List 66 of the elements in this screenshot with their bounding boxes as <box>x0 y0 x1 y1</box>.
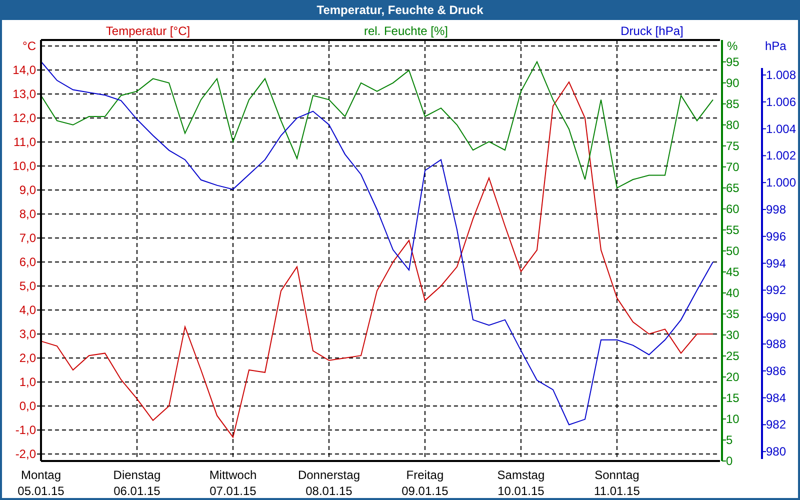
series-label: Druck [hPa] <box>620 24 684 38</box>
axis-tick-label: 994 <box>766 256 786 270</box>
axis-tick-label: 55 <box>726 222 740 237</box>
axis-tick-label: 0,0 <box>19 399 36 414</box>
axis-tick-label: 95 <box>726 54 740 69</box>
axis-tick-label: 65 <box>726 180 740 195</box>
axis-tick-label: 25 <box>726 348 740 363</box>
axis-tick-label: 6,0 <box>19 255 36 270</box>
axis-tick-label: 13,0 <box>12 87 36 101</box>
axis-tick-label: 984 <box>766 390 786 405</box>
axis-tick-label: 10 <box>726 412 740 426</box>
axis-tick-label: 40 <box>726 286 740 300</box>
axis-tick-label: 980 <box>766 444 786 459</box>
axis-tick-label: 986 <box>766 364 786 378</box>
axis-tick-label: 35 <box>726 306 740 321</box>
axis-tick-label: 85 <box>726 96 740 111</box>
axis-tick-label: 1.008 <box>766 68 796 82</box>
axis-tick-label: 990 <box>766 310 786 324</box>
axis-tick-label: 1,0 <box>19 375 36 390</box>
window-title: Temperatur, Feuchte & Druck <box>316 2 484 19</box>
x-tick-label: Sonntag 11.01.15 <box>594 468 640 498</box>
axis-tick-label: 90 <box>726 76 740 90</box>
axis-tick-label: 3,0 <box>19 327 36 342</box>
axis-tick-label: 15 <box>726 390 740 405</box>
axis-unit-label: °C <box>22 39 36 53</box>
axis-tick-label: 70 <box>726 160 740 174</box>
axis-tick-label: 4,0 <box>19 303 36 318</box>
axis-tick-label: 9,0 <box>19 183 36 198</box>
series-label: Temperatur [°C] <box>106 24 190 38</box>
axis-tick-label: 12,0 <box>12 111 36 125</box>
series-label: rel. Feuchte [%] <box>364 24 448 38</box>
x-tick-label: Dienstag 06.01.15 <box>113 468 161 498</box>
x-tick-label: Donnerstag 08.01.15 <box>298 468 360 498</box>
x-tick-label: Freitag 09.01.15 <box>402 468 448 498</box>
axis-tick-label: 7,0 <box>19 231 36 246</box>
axis-unit-label: hPa <box>765 39 786 53</box>
axis-tick-label: 11,0 <box>14 135 36 149</box>
axis-tick-label: 1.004 <box>766 122 796 136</box>
axis-tick-label: 998 <box>766 202 786 216</box>
axis-tick-label: 30 <box>726 328 740 342</box>
x-tick-label: Samstag 10.01.15 <box>497 468 545 498</box>
axis-tick-label: 10,0 <box>12 159 36 173</box>
axis-tick-label: 996 <box>766 229 786 244</box>
axis-tick-label: 5 <box>726 433 733 447</box>
axis-tick-label: 75 <box>726 138 740 153</box>
axis-tick-label: -2,0 <box>15 447 36 462</box>
axis-tick-label: 45 <box>726 264 740 279</box>
axis-tick-label: 988 <box>766 336 786 351</box>
axis-unit-label: % <box>727 39 738 53</box>
axis-tick-label: 1.000 <box>766 176 796 190</box>
axis-tick-label: 8,0 <box>19 207 36 222</box>
axis-tick-label: 50 <box>726 244 740 258</box>
x-tick-label: Montag 05.01.15 <box>18 468 64 498</box>
axis-tick-label: 60 <box>726 202 740 216</box>
axis-tick-label: 0 <box>726 454 733 468</box>
axis-tick-label: 20 <box>726 370 740 384</box>
axis-tick-label: 992 <box>766 283 786 298</box>
axis-tick-label: 2,0 <box>19 351 36 366</box>
axis-tick-label: 982 <box>766 418 786 432</box>
axis-tick-label: 1.002 <box>766 148 796 163</box>
axis-tick-label: 14,0 <box>12 63 36 77</box>
x-tick-label: Mittwoch 07.01.15 <box>209 468 257 498</box>
axis-tick-label: 1.006 <box>766 94 796 109</box>
axis-tick-label: -1,0 <box>15 423 36 438</box>
axis-tick-label: 5,0 <box>19 279 36 294</box>
axis-tick-label: 80 <box>726 118 740 132</box>
